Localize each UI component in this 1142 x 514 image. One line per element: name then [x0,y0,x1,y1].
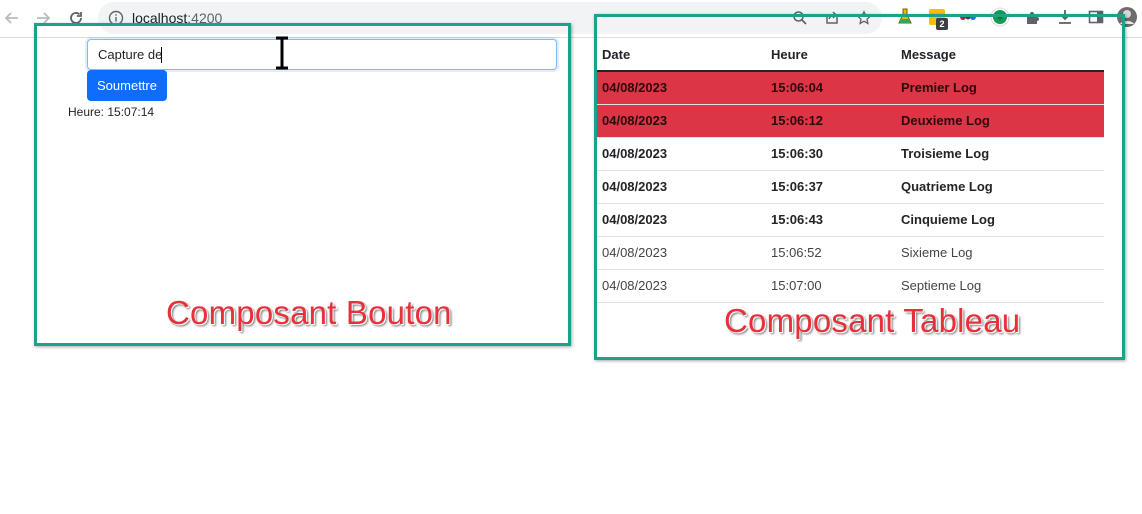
table-component-caption: Composant Tableau [724,302,1021,339]
back-arrow-icon[interactable] [0,6,24,30]
button-component-caption: Composant Bouton [166,294,452,331]
